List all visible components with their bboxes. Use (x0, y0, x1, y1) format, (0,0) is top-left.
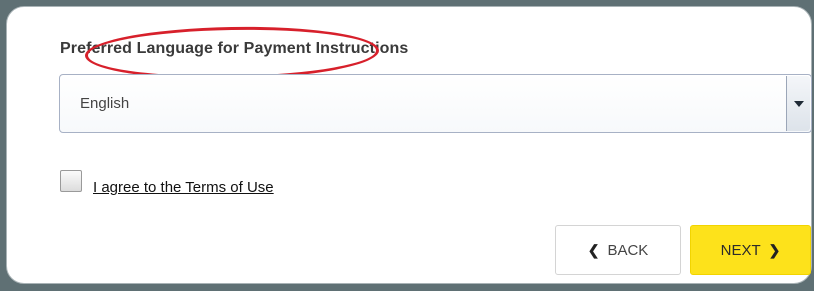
chevron-right-icon: ❯ (768, 241, 781, 258)
caret-down-icon (793, 100, 804, 107)
chevron-left-icon: ❮ (587, 241, 600, 258)
language-select-value: English (80, 95, 130, 112)
next-button[interactable]: NEXT ❯ (690, 225, 811, 275)
next-button-label: NEXT (720, 241, 761, 259)
dropdown-arrow-button[interactable] (786, 76, 810, 131)
back-button[interactable]: ❮ BACK (555, 225, 681, 275)
language-field-label: Preferred Language for Payment Instructi… (60, 40, 409, 57)
payment-language-card: Preferred Language for Payment Instructi… (6, 6, 812, 284)
language-select[interactable]: English (59, 74, 812, 133)
terms-of-use-link[interactable]: I agree to the Terms of Use (93, 179, 274, 196)
back-button-label: BACK (607, 241, 649, 259)
terms-checkbox[interactable] (60, 170, 82, 192)
